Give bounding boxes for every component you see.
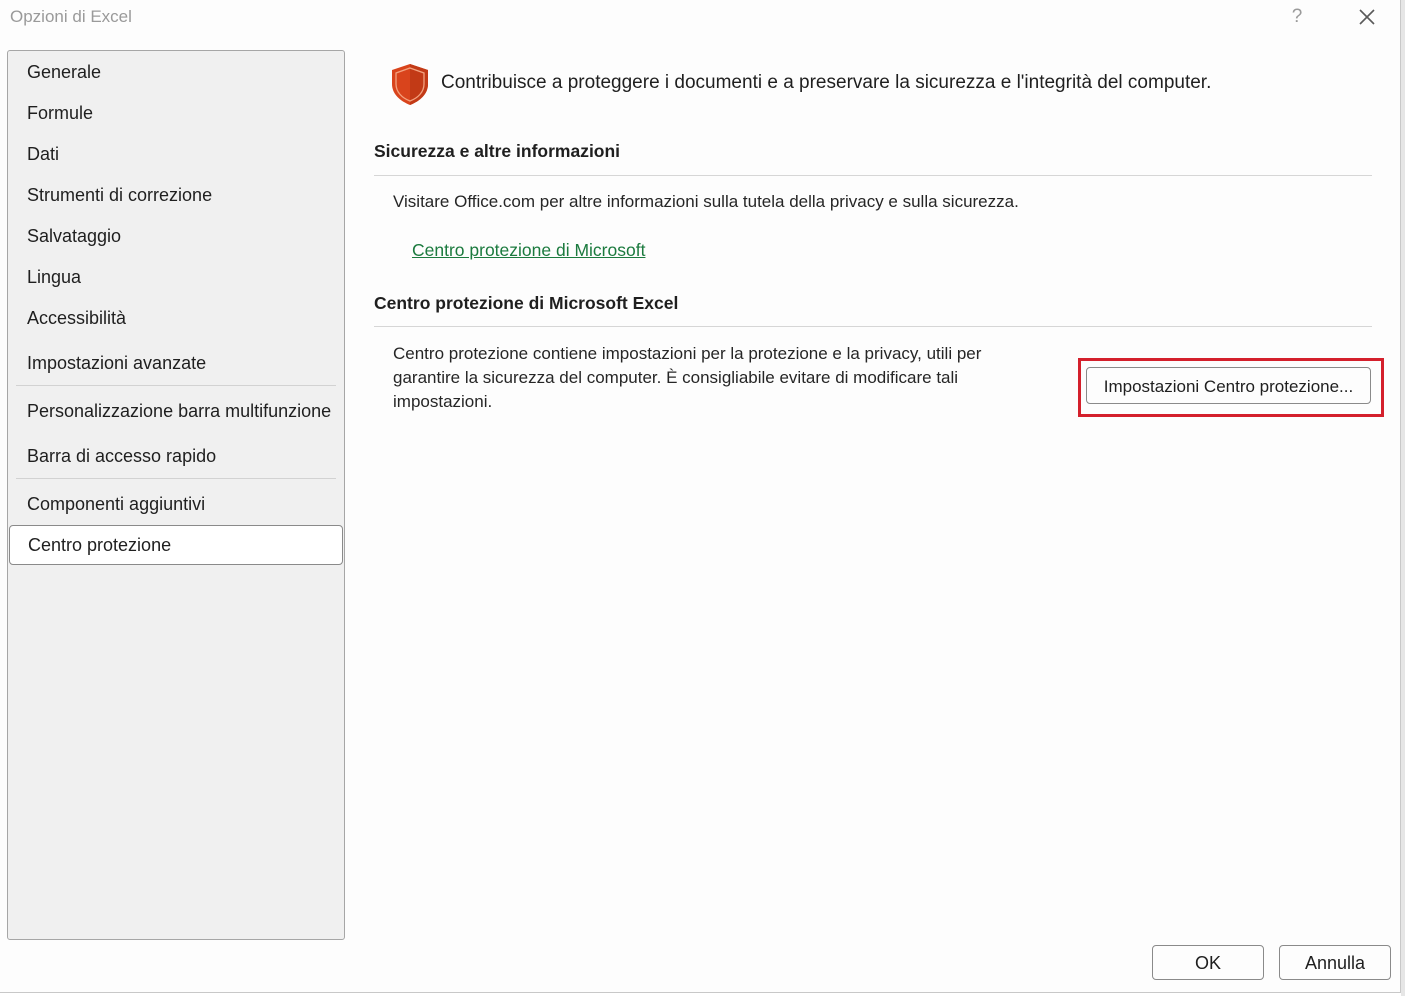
section-divider — [374, 175, 1372, 176]
sidebar-item-componenti-aggiuntivi[interactable]: Componenti aggiuntivi — [8, 484, 344, 524]
sidebar-item-impostazioni-avanzate[interactable]: Impostazioni avanzate — [8, 343, 344, 383]
sidebar-item-generale[interactable]: Generale — [8, 52, 344, 92]
section-text-sicurezza: Visitare Office.com per altre informazio… — [393, 192, 1019, 211]
sidebar-item-personalizzazione-barra[interactable]: Personalizzazione barra multifunzione — [8, 391, 344, 431]
excel-options-dialog: Opzioni di Excel ? Generale Formule Dati… — [0, 0, 1401, 993]
sidebar-item-salvataggio[interactable]: Salvataggio — [8, 216, 344, 256]
section-title-sicurezza: Sicurezza e altre informazioni — [374, 141, 621, 161]
cancel-button[interactable]: Annulla — [1279, 945, 1391, 980]
section-title-centro-protezione: Centro protezione di Microsoft Excel — [374, 293, 679, 313]
sidebar: Generale Formule Dati Strumenti di corre… — [7, 50, 345, 940]
sidebar-item-dati[interactable]: Dati — [8, 134, 344, 174]
sidebar-item-accessibilita[interactable]: Accessibilità — [8, 298, 344, 338]
title-bar: Opzioni di Excel ? — [0, 0, 1400, 34]
sidebar-divider — [16, 385, 336, 386]
sidebar-item-formule[interactable]: Formule — [8, 93, 344, 133]
close-icon — [1359, 9, 1375, 25]
help-button[interactable]: ? — [1285, 4, 1309, 30]
shield-icon — [388, 62, 432, 106]
ok-button[interactable]: OK — [1152, 945, 1264, 980]
sidebar-item-lingua[interactable]: Lingua — [8, 257, 344, 297]
sidebar-divider — [16, 478, 336, 479]
microsoft-trust-center-link[interactable]: Centro protezione di Microsoft — [412, 240, 645, 261]
sidebar-item-centro-protezione[interactable]: Centro protezione — [9, 525, 343, 565]
close-button[interactable] — [1354, 4, 1380, 30]
section-divider — [374, 326, 1372, 327]
background-window-edge — [1401, 0, 1405, 996]
sidebar-item-strumenti-correzione[interactable]: Strumenti di correzione — [8, 175, 344, 215]
header-description: Contribuisce a proteggere i documenti e … — [441, 72, 1212, 93]
window-title: Opzioni di Excel — [10, 7, 132, 26]
sidebar-item-barra-accesso-rapido[interactable]: Barra di accesso rapido — [8, 436, 344, 476]
section-text-centro-protezione: Centro protezione contiene impostazioni … — [393, 344, 982, 411]
trust-center-settings-button[interactable]: Impostazioni Centro protezione... — [1086, 367, 1371, 404]
